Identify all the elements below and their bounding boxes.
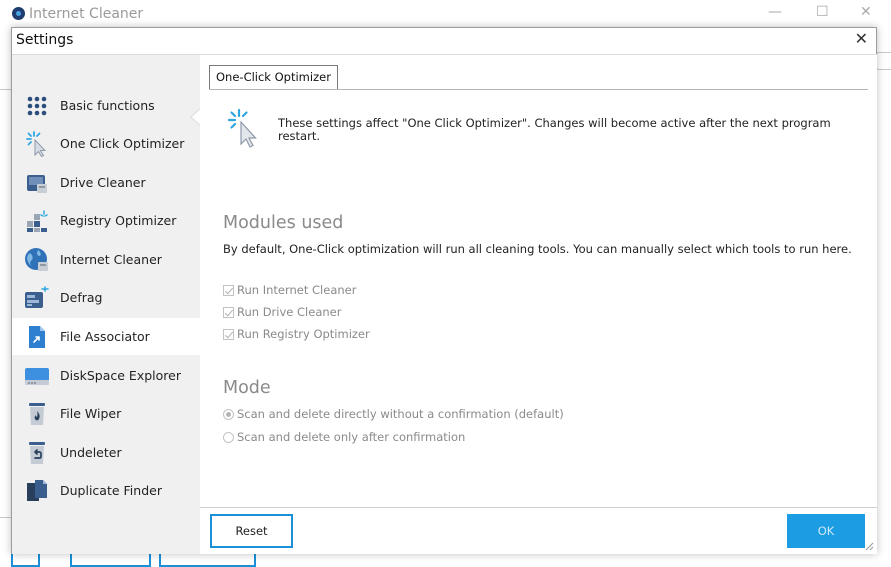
background-button	[11, 553, 40, 567]
checkbox-checked-icon	[223, 328, 234, 340]
sidebar-item-duplicate-finder[interactable]: Duplicate Finder	[12, 472, 200, 509]
sidebar-item-internet-cleaner[interactable]: Internet Cleaner	[12, 241, 200, 278]
checkbox-run-internet-cleaner[interactable]: Run Internet Cleaner	[223, 283, 356, 297]
sidebar-item-label: File Wiper	[60, 406, 122, 421]
settings-sidebar: Basic functions One Click Optimizer Driv…	[12, 54, 200, 554]
defrag-icon	[24, 285, 50, 311]
mode-heading: Mode	[223, 378, 271, 398]
checkbox-label: Run Registry Optimizer	[237, 327, 370, 341]
maximize-button[interactable]: ☐	[816, 4, 829, 20]
checkbox-checked-icon	[223, 306, 234, 318]
settings-content: One-Click Optimizer These settings affec…	[200, 54, 877, 554]
disk-icon	[24, 363, 50, 389]
modules-heading: Modules used	[223, 213, 344, 233]
sidebar-item-label: Duplicate Finder	[60, 483, 162, 498]
background-button	[70, 553, 151, 567]
grid-dots-icon	[24, 93, 50, 119]
app-titlebar: Internet Cleaner — ☐ ✕	[0, 0, 891, 28]
optimizer-cursor-icon	[227, 108, 257, 148]
sidebar-item-registry-optimizer[interactable]: Registry Optimizer	[12, 202, 200, 239]
radio-label: Scan and delete only after confirmation	[237, 430, 466, 444]
window-close-button[interactable]: ✕	[860, 4, 872, 20]
sidebar-item-label: Basic functions	[60, 98, 155, 113]
info-text: These settings affect "One Click Optimiz…	[278, 116, 831, 143]
sidebar-item-file-wiper[interactable]: File Wiper	[12, 395, 200, 432]
sidebar-item-one-click-optimizer[interactable]: One Click Optimizer	[12, 125, 200, 162]
sidebar-item-defrag[interactable]: Defrag	[12, 279, 200, 316]
sidebar-item-label: Drive Cleaner	[60, 175, 146, 190]
duplicate-finder-icon	[24, 478, 50, 504]
sidebar-item-label: DiskSpace Explorer	[60, 368, 181, 383]
sidebar-item-file-associator[interactable]: File Associator	[12, 318, 200, 355]
file-wiper-icon	[24, 401, 50, 427]
dialog-close-button[interactable]: ✕	[855, 29, 868, 48]
globe-icon	[24, 247, 50, 273]
tab-divider	[209, 89, 868, 90]
sidebar-item-drive-cleaner[interactable]: Drive Cleaner	[12, 164, 200, 201]
registry-optimizer-icon	[24, 208, 50, 234]
app-logo-icon	[12, 7, 25, 20]
modules-description: By default, One-Click optimization will …	[223, 242, 852, 256]
undeleter-icon	[24, 440, 50, 466]
sidebar-item-label: Defrag	[60, 290, 103, 305]
settings-dialog: Settings ✕ Basic functions One Click Opt…	[11, 27, 877, 554]
footer-divider	[200, 507, 877, 508]
sidebar-item-label: One Click Optimizer	[60, 136, 185, 151]
dialog-title: Settings	[16, 32, 74, 48]
file-associator-icon	[24, 324, 50, 350]
resize-grip-icon[interactable]	[864, 541, 874, 551]
sidebar-item-diskspace-explorer[interactable]: DiskSpace Explorer	[12, 357, 200, 394]
reset-button[interactable]: Reset	[210, 514, 293, 548]
checkbox-checked-icon	[223, 284, 234, 296]
checkbox-run-drive-cleaner[interactable]: Run Drive Cleaner	[223, 305, 341, 319]
sidebar-item-label: Registry Optimizer	[60, 213, 177, 228]
checkbox-label: Run Drive Cleaner	[237, 305, 342, 319]
tab-one-click-optimizer[interactable]: One-Click Optimizer	[209, 65, 338, 90]
sidebar-item-basic-functions[interactable]: Basic functions	[12, 87, 200, 124]
radio-scan-delete-direct[interactable]: Scan and delete directly without a confi…	[223, 407, 564, 421]
optimizer-cursor-icon	[24, 130, 50, 157]
sidebar-item-label: File Associator	[60, 329, 150, 344]
radio-selected-icon	[223, 408, 234, 420]
radio-scan-delete-confirm[interactable]: Scan and delete only after confirmation	[223, 430, 465, 444]
background-button	[159, 553, 256, 567]
checkbox-label: Run Internet Cleaner	[237, 283, 357, 297]
sidebar-item-undeleter[interactable]: Undeleter	[12, 434, 200, 471]
minimize-button[interactable]: —	[768, 4, 782, 20]
drive-cleaner-icon	[24, 170, 50, 196]
app-title: Internet Cleaner	[29, 6, 144, 22]
ok-button[interactable]: OK	[787, 514, 865, 548]
sidebar-item-label: Undeleter	[60, 445, 122, 460]
background-search-box	[876, 52, 891, 70]
sidebar-item-label: Internet Cleaner	[60, 252, 162, 267]
checkbox-run-registry-optimizer[interactable]: Run Registry Optimizer	[223, 327, 370, 341]
radio-label: Scan and delete directly without a confi…	[237, 407, 564, 421]
radio-unselected-icon	[223, 431, 234, 443]
